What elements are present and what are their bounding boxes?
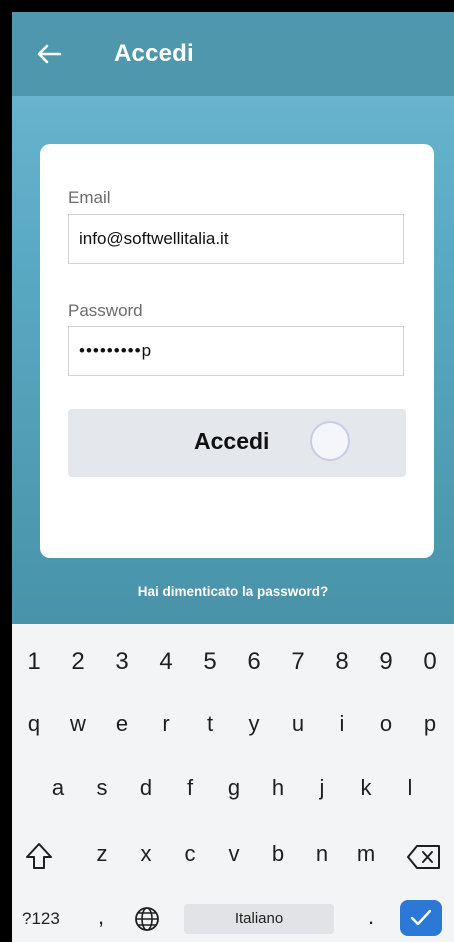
- check-icon: [410, 909, 432, 926]
- key-x[interactable]: x: [126, 832, 166, 876]
- key-t[interactable]: t: [190, 702, 230, 746]
- key-9[interactable]: 9: [366, 640, 406, 684]
- symbols-key[interactable]: ?123: [22, 904, 60, 934]
- key-m[interactable]: m: [346, 832, 386, 876]
- key-o[interactable]: o: [366, 702, 406, 746]
- key-j[interactable]: j: [302, 766, 342, 810]
- login-button[interactable]: Accedi: [68, 409, 406, 477]
- key-4[interactable]: 4: [146, 640, 186, 684]
- forgot-password-link[interactable]: Hai dimenticato la password?: [12, 584, 454, 599]
- key-g[interactable]: g: [214, 766, 254, 810]
- key-k[interactable]: k: [346, 766, 386, 810]
- key-1[interactable]: 1: [14, 640, 54, 684]
- comma-key[interactable]: ,: [98, 902, 104, 932]
- key-6[interactable]: 6: [234, 640, 274, 684]
- key-3[interactable]: 3: [102, 640, 142, 684]
- app-area: Accedi Email info@softwellitalia.it Pass…: [12, 12, 454, 624]
- email-field[interactable]: info@softwellitalia.it: [68, 214, 404, 264]
- password-field[interactable]: •••••••••p: [68, 326, 404, 376]
- key-u[interactable]: u: [278, 702, 318, 746]
- period-key[interactable]: .: [368, 902, 374, 932]
- key-a[interactable]: a: [38, 766, 78, 810]
- key-d[interactable]: d: [126, 766, 166, 810]
- key-l[interactable]: l: [390, 766, 430, 810]
- page-title: Accedi: [114, 40, 194, 67]
- key-i[interactable]: i: [322, 702, 362, 746]
- phone-screen: Accedi Email info@softwellitalia.it Pass…: [12, 12, 454, 942]
- key-0[interactable]: 0: [410, 640, 450, 684]
- key-s[interactable]: s: [82, 766, 122, 810]
- backspace-icon[interactable]: [406, 844, 442, 870]
- arrow-left-icon[interactable]: [36, 43, 62, 65]
- app-bar: Accedi: [12, 12, 454, 96]
- key-p[interactable]: p: [410, 702, 450, 746]
- key-2[interactable]: 2: [58, 640, 98, 684]
- login-button-label: Accedi: [194, 428, 270, 454]
- globe-icon[interactable]: [134, 906, 160, 932]
- key-5[interactable]: 5: [190, 640, 230, 684]
- login-card: Email info@softwellitalia.it Password ••…: [40, 144, 434, 558]
- enter-key[interactable]: [400, 900, 442, 936]
- key-b[interactable]: b: [258, 832, 298, 876]
- key-y[interactable]: y: [234, 702, 274, 746]
- key-z[interactable]: z: [82, 832, 122, 876]
- key-w[interactable]: w: [58, 702, 98, 746]
- key-h[interactable]: h: [258, 766, 298, 810]
- loading-spinner-icon: [310, 421, 350, 461]
- email-label: Email: [68, 188, 111, 207]
- key-7[interactable]: 7: [278, 640, 318, 684]
- key-q[interactable]: q: [14, 702, 54, 746]
- key-e[interactable]: e: [102, 702, 142, 746]
- space-key[interactable]: Italiano: [184, 904, 334, 934]
- key-c[interactable]: c: [170, 832, 210, 876]
- shift-icon[interactable]: [24, 841, 54, 871]
- key-r[interactable]: r: [146, 702, 186, 746]
- key-n[interactable]: n: [302, 832, 342, 876]
- password-label: Password: [68, 301, 143, 320]
- key-f[interactable]: f: [170, 766, 210, 810]
- key-8[interactable]: 8: [322, 640, 362, 684]
- key-v[interactable]: v: [214, 832, 254, 876]
- keyboard: 1 2 3 4 5 6 7 8 9 0 q w e r t y u i o p …: [12, 624, 454, 942]
